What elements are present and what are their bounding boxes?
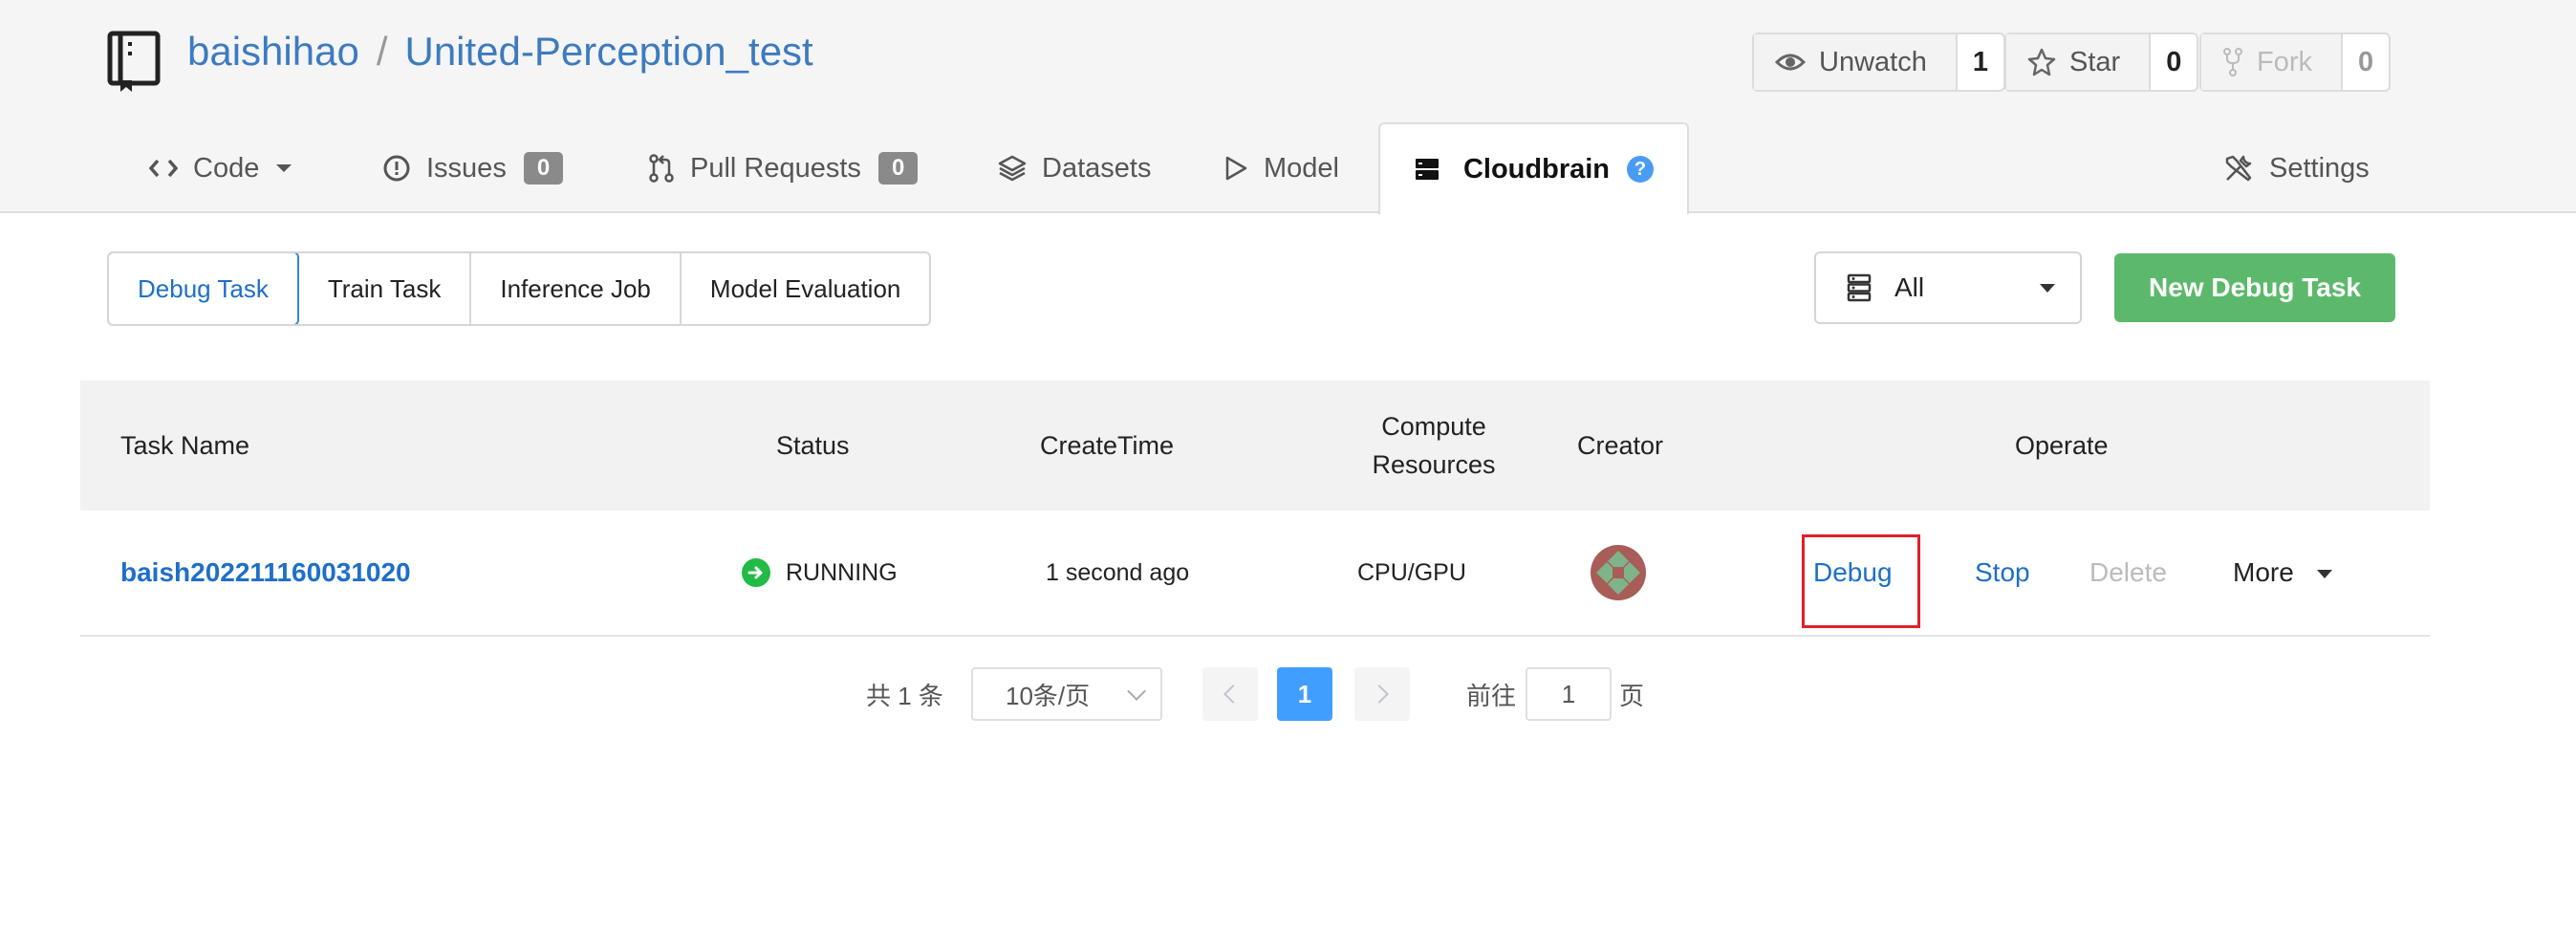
- tab-issues-label: Issues: [426, 152, 507, 184]
- header-operate: Operate: [2015, 431, 2109, 460]
- tab-pull-requests-label: Pull Requests: [690, 152, 861, 184]
- status-text: RUNNING: [786, 558, 898, 586]
- repo-owner-link[interactable]: baishihao: [187, 29, 359, 74]
- header-task-name: Task Name: [120, 431, 250, 460]
- tools-icon: [2225, 155, 2252, 182]
- page-number-button[interactable]: 1: [1277, 667, 1332, 721]
- filter-selected: All: [1894, 272, 1925, 302]
- tab-datasets[interactable]: Datasets: [998, 122, 1151, 214]
- pull-request-icon: [649, 154, 674, 183]
- delete-button[interactable]: Delete: [2089, 557, 2167, 588]
- creator-cell: [1591, 511, 1646, 635]
- debug-highlight-box: [1802, 534, 1920, 628]
- help-icon[interactable]: ?: [1627, 156, 1655, 183]
- play-icon: [1225, 156, 1247, 181]
- header-compute-resources: Compute Resources: [1338, 381, 1529, 511]
- tab-datasets-label: Datasets: [1042, 152, 1152, 184]
- code-brackets-icon: [149, 159, 178, 178]
- prev-page-button[interactable]: [1202, 667, 1258, 721]
- tab-cloudbrain-label: Cloudbrain: [1462, 153, 1611, 185]
- server-list-icon: [1847, 273, 1872, 302]
- resource-filter-dropdown[interactable]: All: [1814, 251, 2082, 324]
- caret-down-icon: [2316, 570, 2332, 579]
- task-name-link[interactable]: baish202211160031020: [120, 557, 411, 588]
- star-button[interactable]: Star: [2006, 34, 2152, 90]
- delete-op-cell: Delete: [2089, 511, 2167, 635]
- watch-count[interactable]: 1: [1957, 34, 2003, 90]
- layers-icon: [998, 155, 1027, 182]
- unwatch-label: Unwatch: [1819, 46, 1927, 77]
- subtab-model-evaluation[interactable]: Model Evaluation: [682, 253, 929, 324]
- tab-code[interactable]: Code: [149, 122, 293, 214]
- fork-count[interactable]: 0: [2343, 34, 2390, 90]
- subtab-inference-job[interactable]: Inference Job: [471, 253, 682, 324]
- task-name-cell: baish202211160031020: [120, 511, 411, 635]
- running-status-icon: [742, 558, 770, 587]
- eye-icon: [1775, 54, 1806, 71]
- chevron-right-icon: [1370, 685, 1389, 704]
- tab-settings[interactable]: Settings: [2223, 122, 2370, 214]
- tab-cloudbrain[interactable]: Cloudbrain ?: [1378, 122, 1689, 214]
- goto-page-input[interactable]: 1: [1526, 667, 1612, 721]
- header-compute-line1: Compute: [1381, 412, 1486, 441]
- repo-separator: /: [376, 29, 388, 74]
- header-creator: Creator: [1577, 431, 1664, 460]
- fork-label: Fork: [2257, 46, 2312, 77]
- stop-op-cell: Stop: [1975, 511, 2030, 635]
- goto-label: 前往: [1466, 681, 1517, 710]
- issues-count-badge: 0: [523, 152, 564, 185]
- pulls-count-badge: 0: [877, 152, 919, 185]
- fork-button[interactable]: Fork: [2201, 34, 2343, 90]
- task-table-header: Task Name Status CreateTime Compute Reso…: [80, 381, 2430, 511]
- page-size-select[interactable]: 10条/页: [971, 667, 1162, 721]
- avatar[interactable]: [1591, 545, 1646, 600]
- caret-down-icon: [2040, 284, 2055, 293]
- more-op-cell: More: [2233, 511, 2332, 635]
- watch-group: Unwatch 1: [1752, 33, 2005, 92]
- chevron-left-icon: [1223, 685, 1243, 704]
- page-size-value: 10条/页: [1006, 681, 1091, 710]
- star-icon: [2027, 48, 2056, 76]
- star-label: Star: [2069, 46, 2121, 77]
- repo-name-link[interactable]: United-Perception_test: [404, 29, 812, 74]
- tab-model[interactable]: Model: [1223, 122, 1339, 214]
- repo-book-icon: [107, 31, 161, 92]
- subtab-debug-task[interactable]: Debug Task: [109, 253, 299, 324]
- page-suffix-label: 页: [1619, 681, 1645, 710]
- status-cell: RUNNING: [742, 511, 898, 635]
- fork-group: Fork 0: [2199, 33, 2392, 92]
- create-time-cell: 1 second ago: [1046, 558, 1190, 586]
- unwatch-button[interactable]: Unwatch: [1754, 34, 1958, 90]
- next-page-button[interactable]: [1354, 667, 1410, 721]
- new-debug-task-button[interactable]: New Debug Task: [2114, 253, 2395, 322]
- chevron-down-icon: [276, 164, 292, 172]
- tab-pull-requests[interactable]: Pull Requests 0: [648, 122, 919, 214]
- tab-model-label: Model: [1264, 152, 1339, 184]
- header-create-time: CreateTime: [1040, 431, 1175, 460]
- issue-icon: [383, 155, 410, 182]
- header-status: Status: [776, 431, 850, 460]
- repo-header: baishihao / United-Perception_test Unwatch…: [0, 0, 2576, 214]
- more-dropdown[interactable]: More: [2233, 557, 2332, 588]
- tab-settings-label: Settings: [2269, 152, 2370, 184]
- fork-icon: [2223, 48, 2242, 76]
- star-count[interactable]: 0: [2151, 34, 2197, 90]
- tab-issues[interactable]: Issues 0: [382, 122, 564, 214]
- tab-code-label: Code: [193, 152, 260, 184]
- table-row: baish202211160031020 RUNNING 1 second ag…: [80, 511, 2430, 637]
- more-label: More: [2233, 557, 2294, 587]
- subtab-train-task[interactable]: Train Task: [299, 253, 472, 324]
- chevron-down-icon: [1127, 682, 1146, 701]
- compute-resources-cell: CPU/GPU: [1357, 558, 1466, 586]
- server-icon: [1415, 159, 1439, 180]
- task-type-tabs: Debug Task Train Task Inference Job Mode…: [107, 251, 932, 326]
- header-compute-line2: Resources: [1372, 450, 1496, 479]
- stop-button[interactable]: Stop: [1975, 557, 2030, 588]
- repo-title: baishihao / United-Perception_test: [187, 29, 813, 75]
- pagination-total: 共 1 条: [866, 681, 943, 710]
- star-group: Star 0: [2004, 33, 2199, 92]
